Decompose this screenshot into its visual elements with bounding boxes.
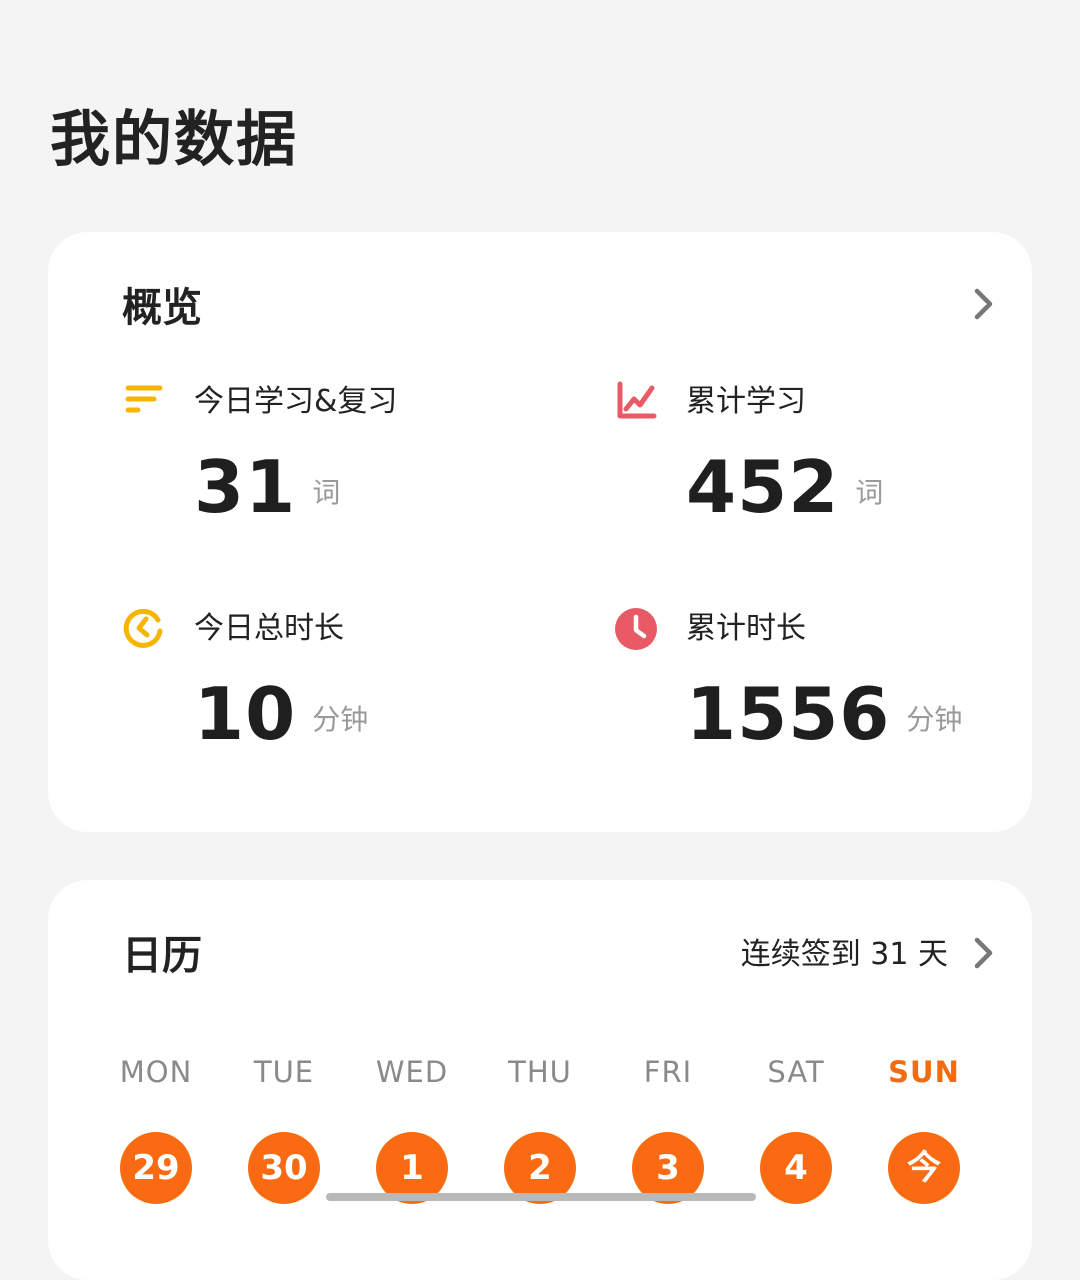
weekday-thu: THU — [508, 1055, 572, 1089]
timer-ring-icon — [122, 607, 166, 651]
stat-value: 1556 — [686, 672, 891, 756]
stat-unit: 分钟 — [312, 703, 369, 736]
weekday-sun: SUN — [888, 1055, 960, 1089]
stat-label: 今日学习&复习 — [194, 384, 398, 419]
line-chart-icon — [614, 380, 658, 424]
list-bars-icon — [122, 380, 166, 424]
stat-label: 累计学习 — [686, 384, 806, 419]
calendar-day[interactable]: 29 — [120, 1132, 192, 1204]
weekday-fri: FRI — [643, 1055, 693, 1089]
weekday-mon: MON — [119, 1055, 193, 1089]
calendar-day-today[interactable]: 今 — [888, 1132, 960, 1204]
clock-icon — [614, 607, 658, 651]
stat-unit: 分钟 — [906, 703, 963, 736]
weekday-sat: SAT — [767, 1055, 825, 1089]
stat-today-study: 今日学习&复习 31 词 — [122, 380, 522, 540]
stat-total-study: 累计学习 452 词 — [614, 380, 1014, 540]
stat-label: 今日总时长 — [194, 611, 344, 646]
app-screen: { "page": { "title": "我的数据" }, "overview… — [0, 0, 1080, 1280]
weekday-wed: WED — [375, 1055, 449, 1089]
overview-card[interactable]: 概览 今日学习&复习 31 词 累计学习 452 词 今日总时长 10 分钟 累… — [48, 232, 1032, 832]
stat-label: 累计时长 — [686, 611, 806, 646]
calendar-card[interactable]: 日历 连续签到 31 天 MON TUE WED THU FRI SAT SUN… — [48, 880, 1032, 1280]
home-indicator[interactable] — [326, 1193, 756, 1201]
overview-title: 概览 — [122, 285, 202, 331]
chevron-right-icon[interactable] — [968, 933, 998, 973]
stat-total-time: 累计时长 1556 分钟 — [614, 607, 1014, 767]
streak-text[interactable]: 连续签到 31 天 — [741, 930, 948, 980]
stat-value: 31 — [194, 445, 297, 529]
calendar-title: 日历 — [122, 933, 202, 979]
calendar-day[interactable]: 30 — [248, 1132, 320, 1204]
calendar-day[interactable]: 4 — [760, 1132, 832, 1204]
weekday-tue: TUE — [253, 1055, 315, 1089]
stat-today-time: 今日总时长 10 分钟 — [122, 607, 522, 767]
stat-value: 452 — [686, 445, 840, 529]
stat-unit: 词 — [855, 476, 884, 509]
chevron-right-icon[interactable] — [968, 284, 998, 324]
page-title: 我的数据 — [50, 105, 298, 175]
stat-unit: 词 — [312, 476, 341, 509]
stat-value: 10 — [194, 672, 297, 756]
